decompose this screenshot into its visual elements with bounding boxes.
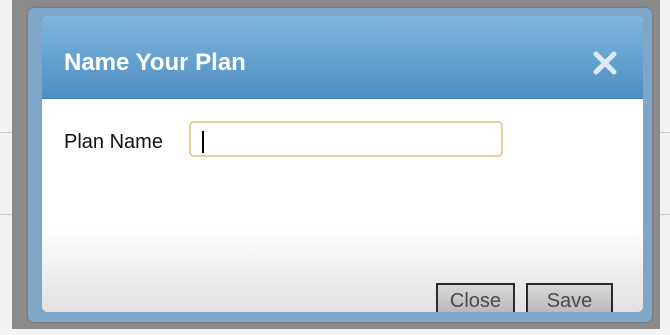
text-cursor: [202, 131, 204, 153]
dialog-header: Name Your Plan: [42, 16, 643, 99]
background-divider: [0, 214, 12, 215]
background-page-strip: [0, 329, 670, 335]
background-page-strip: [660, 0, 670, 335]
close-icon[interactable]: [591, 49, 619, 77]
background-divider: [0, 132, 12, 133]
close-button[interactable]: Close: [436, 283, 515, 312]
dialog-title: Name Your Plan: [64, 49, 246, 76]
background-divider: [660, 132, 670, 133]
plan-name-row: Plan Name: [62, 118, 622, 162]
plan-name-input[interactable]: [189, 121, 503, 157]
dialog-body: Plan Name Close Save: [42, 99, 643, 312]
plan-name-label: Plan Name: [64, 131, 163, 153]
save-button[interactable]: Save: [526, 283, 613, 312]
name-plan-dialog: Name Your Plan Plan Name Close Save: [42, 16, 643, 312]
dialog-frame: Name Your Plan Plan Name Close Save: [28, 8, 652, 322]
background-divider: [660, 214, 670, 215]
background-page-strip: [0, 0, 12, 335]
